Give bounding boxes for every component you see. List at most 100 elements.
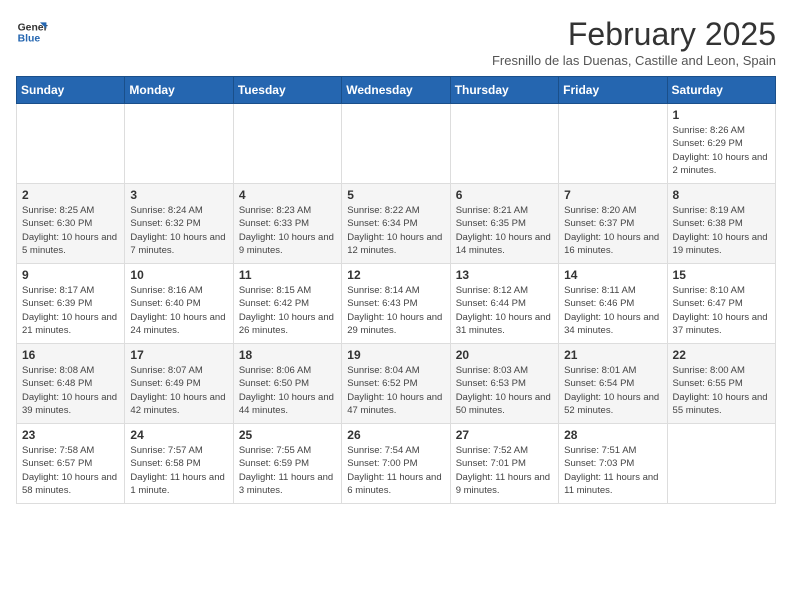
day-number: 13 <box>456 268 553 282</box>
day-number: 24 <box>130 428 227 442</box>
weekday-header: Sunday <box>17 77 125 104</box>
calendar-cell: 19Sunrise: 8:04 AM Sunset: 6:52 PM Dayli… <box>342 344 450 424</box>
weekday-header: Monday <box>125 77 233 104</box>
svg-text:Blue: Blue <box>18 34 41 45</box>
calendar-cell: 27 Sunrise: 7:52 AM Sunset: 7:01 PM Dayli… <box>450 424 558 504</box>
day-number: 1 <box>673 108 770 122</box>
calendar-cell <box>450 104 558 184</box>
calendar-cell: 1 Sunrise: 8:26 AM Sunset: 6:29 PM Daylig… <box>667 104 775 184</box>
day-number: 9 <box>22 268 119 282</box>
calendar-cell: 14 Sunrise: 8:11 AM Sunset: 6:46 PM Dayli… <box>559 264 667 344</box>
day-info: Sunrise: 8:20 AM Sunset: 6:37 PM Dayligh… <box>564 204 661 257</box>
day-info: Sunrise: 8:26 AM Sunset: 6:29 PM Dayligh… <box>673 124 770 177</box>
day-number: 26 <box>347 428 444 442</box>
calendar-cell: 7 Sunrise: 8:20 AM Sunset: 6:37 PM Daylig… <box>559 184 667 264</box>
day-number: 6 <box>456 188 553 202</box>
calendar-cell <box>17 104 125 184</box>
day-info: Sunrise: 8:12 AM Sunset: 6:44 PM Dayligh… <box>456 284 553 337</box>
calendar-week-row: 23 Sunrise: 7:58 AM Sunset: 6:57 PM Dayli… <box>17 424 776 504</box>
calendar-week-row: 2 Sunrise: 8:25 AM Sunset: 6:30 PM Daylig… <box>17 184 776 264</box>
weekday-header: Thursday <box>450 77 558 104</box>
logo-icon: General Blue <box>16 16 48 48</box>
day-number: 3 <box>130 188 227 202</box>
calendar-cell: 24 Sunrise: 7:57 AM Sunset: 6:58 PM Dayli… <box>125 424 233 504</box>
day-info: Sunrise: 8:14 AM Sunset: 6:43 PM Dayligh… <box>347 284 444 337</box>
day-number: 11 <box>239 268 336 282</box>
day-info: Sunrise: 8:16 AM Sunset: 6:40 PM Dayligh… <box>130 284 227 337</box>
day-number: 17 <box>130 348 227 362</box>
weekday-header: Tuesday <box>233 77 341 104</box>
day-number: 22 <box>673 348 770 362</box>
day-info: Sunrise: 8:00 AM Sunset: 6:55 PM Dayligh… <box>673 364 770 417</box>
calendar-week-row: 16 Sunrise: 8:08 AM Sunset: 6:48 PM Dayli… <box>17 344 776 424</box>
day-number: 20 <box>456 348 553 362</box>
day-number: 5 <box>347 188 444 202</box>
calendar-cell: 6 Sunrise: 8:21 AM Sunset: 6:35 PM Daylig… <box>450 184 558 264</box>
day-info: Sunrise: 8:25 AM Sunset: 6:30 PM Dayligh… <box>22 204 119 257</box>
logo: General Blue <box>16 16 48 48</box>
calendar-week-row: 9 Sunrise: 8:17 AM Sunset: 6:39 PM Daylig… <box>17 264 776 344</box>
day-info: Sunrise: 8:03 AM Sunset: 6:53 PM Dayligh… <box>456 364 553 417</box>
month-title: February 2025 <box>492 16 776 53</box>
subtitle: Fresnillo de las Duenas, Castille and Le… <box>492 53 776 68</box>
calendar-cell: 12 Sunrise: 8:14 AM Sunset: 6:43 PM Dayli… <box>342 264 450 344</box>
day-number: 27 <box>456 428 553 442</box>
calendar-week-row: 1 Sunrise: 8:26 AM Sunset: 6:29 PM Daylig… <box>17 104 776 184</box>
day-info: Sunrise: 8:21 AM Sunset: 6:35 PM Dayligh… <box>456 204 553 257</box>
day-number: 7 <box>564 188 661 202</box>
day-info: Sunrise: 7:51 AM Sunset: 7:03 PM Dayligh… <box>564 444 661 497</box>
day-number: 8 <box>673 188 770 202</box>
day-number: 15 <box>673 268 770 282</box>
day-info: Sunrise: 8:11 AM Sunset: 6:46 PM Dayligh… <box>564 284 661 337</box>
calendar-cell: 8 Sunrise: 8:19 AM Sunset: 6:38 PM Daylig… <box>667 184 775 264</box>
day-number: 23 <box>22 428 119 442</box>
day-number: 21 <box>564 348 661 362</box>
calendar-cell: 21Sunrise: 8:01 AM Sunset: 6:54 PM Dayli… <box>559 344 667 424</box>
calendar-cell: 5 Sunrise: 8:22 AM Sunset: 6:34 PM Daylig… <box>342 184 450 264</box>
calendar-cell: 25 Sunrise: 7:55 AM Sunset: 6:59 PM Dayli… <box>233 424 341 504</box>
day-number: 28 <box>564 428 661 442</box>
day-info: Sunrise: 8:24 AM Sunset: 6:32 PM Dayligh… <box>130 204 227 257</box>
weekday-header: Friday <box>559 77 667 104</box>
day-number: 18 <box>239 348 336 362</box>
weekday-header: Wednesday <box>342 77 450 104</box>
calendar-cell: 20 Sunrise: 8:03 AM Sunset: 6:53 PM Dayli… <box>450 344 558 424</box>
calendar-cell <box>342 104 450 184</box>
day-info: Sunrise: 8:07 AM Sunset: 6:49 PM Dayligh… <box>130 364 227 417</box>
day-info: Sunrise: 7:58 AM Sunset: 6:57 PM Dayligh… <box>22 444 119 497</box>
calendar-cell: 16 Sunrise: 8:08 AM Sunset: 6:48 PM Dayli… <box>17 344 125 424</box>
calendar-cell: 23 Sunrise: 7:58 AM Sunset: 6:57 PM Dayli… <box>17 424 125 504</box>
day-number: 4 <box>239 188 336 202</box>
calendar-cell: 13 Sunrise: 8:12 AM Sunset: 6:44 PM Dayli… <box>450 264 558 344</box>
calendar-cell <box>233 104 341 184</box>
day-info: Sunrise: 8:10 AM Sunset: 6:47 PM Dayligh… <box>673 284 770 337</box>
calendar-cell: 4 Sunrise: 8:23 AM Sunset: 6:33 PM Daylig… <box>233 184 341 264</box>
day-number: 10 <box>130 268 227 282</box>
day-info: Sunrise: 8:04 AM Sunset: 6:52 PM Dayligh… <box>347 364 444 417</box>
day-info: Sunrise: 8:15 AM Sunset: 6:42 PM Dayligh… <box>239 284 336 337</box>
day-info: Sunrise: 8:06 AM Sunset: 6:50 PM Dayligh… <box>239 364 336 417</box>
weekday-header-row: SundayMondayTuesdayWednesdayThursdayFrid… <box>17 77 776 104</box>
calendar-cell: 22 Sunrise: 8:00 AM Sunset: 6:55 PM Dayli… <box>667 344 775 424</box>
day-info: Sunrise: 7:55 AM Sunset: 6:59 PM Dayligh… <box>239 444 336 497</box>
calendar-cell <box>559 104 667 184</box>
day-number: 12 <box>347 268 444 282</box>
day-info: Sunrise: 8:23 AM Sunset: 6:33 PM Dayligh… <box>239 204 336 257</box>
day-info: Sunrise: 8:19 AM Sunset: 6:38 PM Dayligh… <box>673 204 770 257</box>
calendar-cell: 26 Sunrise: 7:54 AM Sunset: 7:00 PM Dayli… <box>342 424 450 504</box>
calendar-cell: 11 Sunrise: 8:15 AM Sunset: 6:42 PM Dayli… <box>233 264 341 344</box>
day-number: 2 <box>22 188 119 202</box>
day-info: Sunrise: 7:57 AM Sunset: 6:58 PM Dayligh… <box>130 444 227 497</box>
day-number: 14 <box>564 268 661 282</box>
day-info: Sunrise: 7:52 AM Sunset: 7:01 PM Dayligh… <box>456 444 553 497</box>
calendar-cell: 17 Sunrise: 8:07 AM Sunset: 6:49 PM Dayli… <box>125 344 233 424</box>
day-info: Sunrise: 8:08 AM Sunset: 6:48 PM Dayligh… <box>22 364 119 417</box>
day-info: Sunrise: 8:17 AM Sunset: 6:39 PM Dayligh… <box>22 284 119 337</box>
calendar-cell: 18 Sunrise: 8:06 AM Sunset: 6:50 PM Dayli… <box>233 344 341 424</box>
day-info: Sunrise: 7:54 AM Sunset: 7:00 PM Dayligh… <box>347 444 444 497</box>
day-number: 16 <box>22 348 119 362</box>
day-info: Sunrise: 8:22 AM Sunset: 6:34 PM Dayligh… <box>347 204 444 257</box>
title-area: February 2025 Fresnillo de las Duenas, C… <box>492 16 776 68</box>
calendar-cell: 10 Sunrise: 8:16 AM Sunset: 6:40 PM Dayli… <box>125 264 233 344</box>
day-number: 25 <box>239 428 336 442</box>
